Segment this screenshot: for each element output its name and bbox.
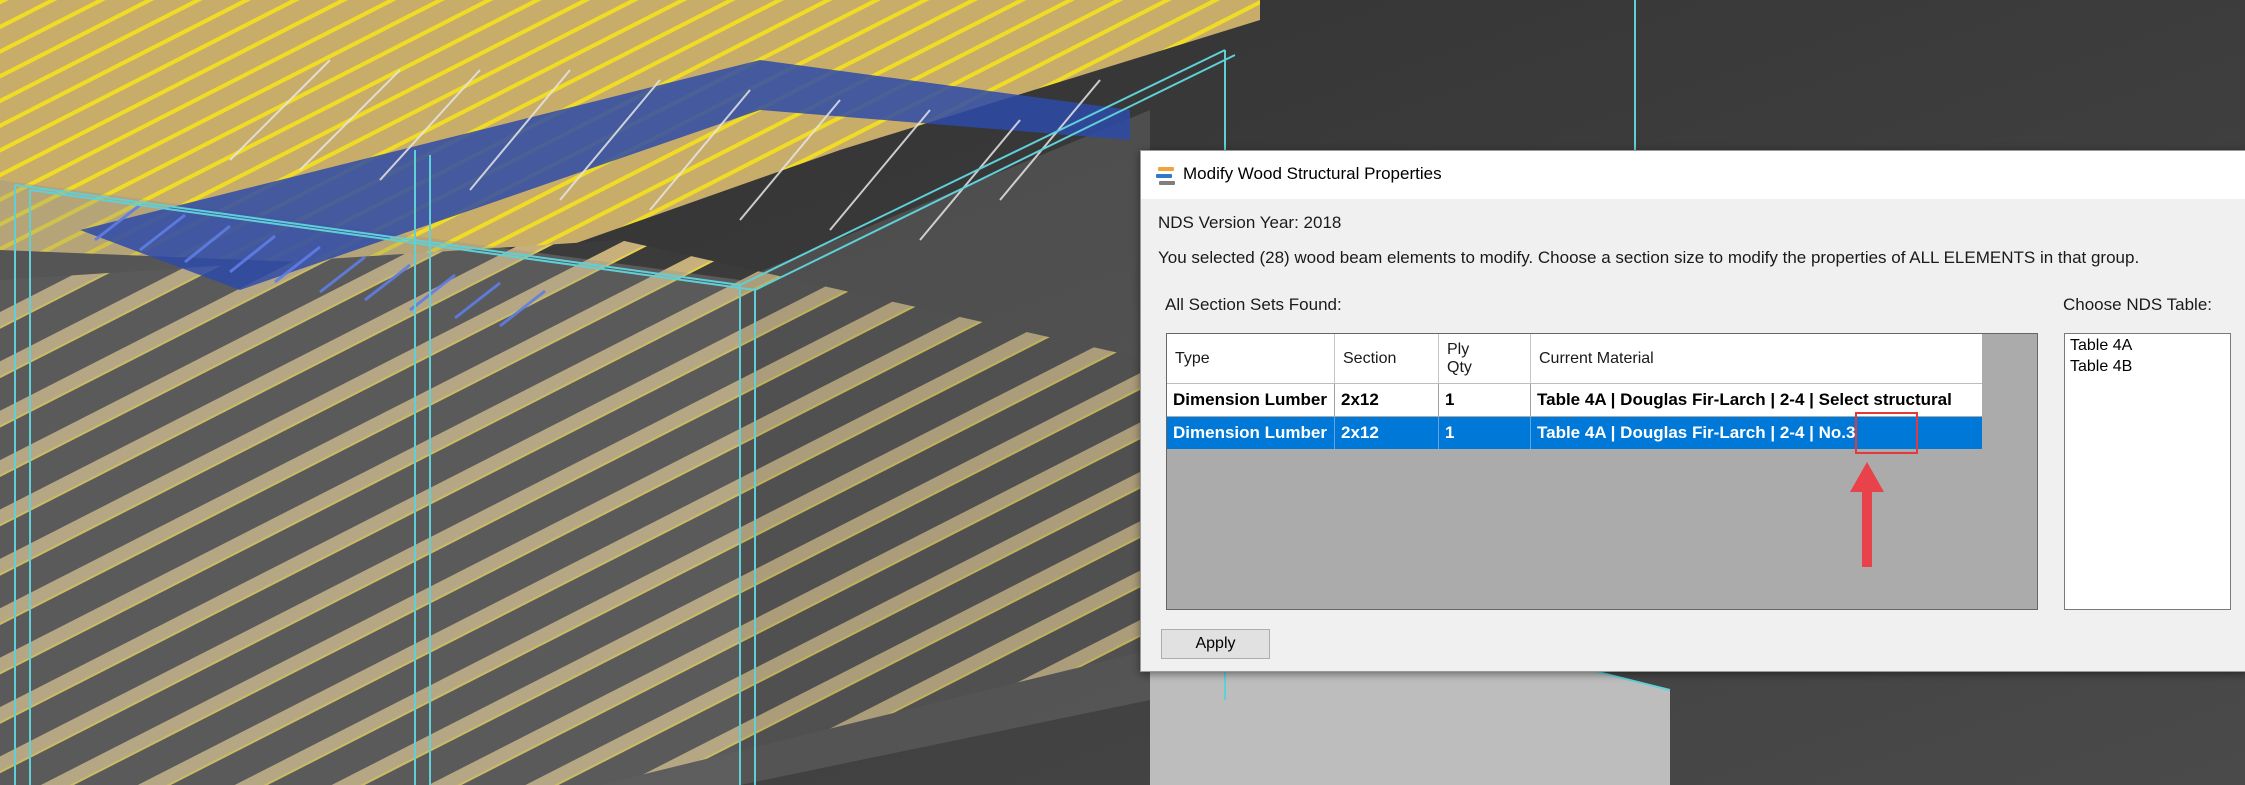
header-current-material[interactable]: Current Material [1531, 334, 1982, 383]
nds-table-option[interactable]: Table 4B [2065, 355, 2230, 376]
section-sets-grid[interactable]: Type Section Ply Qty Current Material Di… [1166, 333, 2038, 610]
dialog-titlebar[interactable]: Modify Wood Structural Properties [1141, 151, 2245, 199]
cell-section: 2x12 [1335, 417, 1439, 449]
nds-table-option[interactable]: Table 4A [2065, 334, 2230, 355]
cell-type: Dimension Lumber [1167, 384, 1335, 416]
grid-header: Type Section Ply Qty Current Material [1167, 334, 1982, 384]
dialog-title: Modify Wood Structural Properties [1183, 164, 1442, 183]
header-type[interactable]: Type [1167, 334, 1335, 383]
cell-section: 2x12 [1335, 384, 1439, 416]
cell-type: Dimension Lumber [1167, 417, 1335, 449]
annotation-highlight-box [1855, 412, 1918, 454]
translucent-volume-left [0, 180, 740, 785]
instructions-text: You selected (28) wood beam elements to … [1158, 248, 2140, 267]
apply-button[interactable]: Apply [1161, 629, 1270, 659]
header-ply-line2: Qty [1447, 358, 1472, 376]
nds-table-listbox[interactable]: Table 4A Table 4B [2064, 333, 2231, 610]
modify-wood-properties-dialog: Modify Wood Structural Properties NDS Ve… [1140, 150, 2245, 672]
nds-table-label: Choose NDS Table: [2063, 295, 2212, 314]
red-up-arrow-icon [1850, 462, 1884, 567]
nds-version-label: NDS Version Year: 2018 [1158, 213, 1342, 232]
cell-ply: 1 [1439, 384, 1531, 416]
header-ply-line1: Ply [1447, 340, 1470, 358]
stacked-bars-logo-icon [1156, 167, 1175, 185]
section-sets-label: All Section Sets Found: [1165, 295, 1342, 314]
header-section[interactable]: Section [1335, 334, 1439, 383]
cell-ply: 1 [1439, 417, 1531, 449]
header-ply-qty[interactable]: Ply Qty [1439, 334, 1531, 383]
